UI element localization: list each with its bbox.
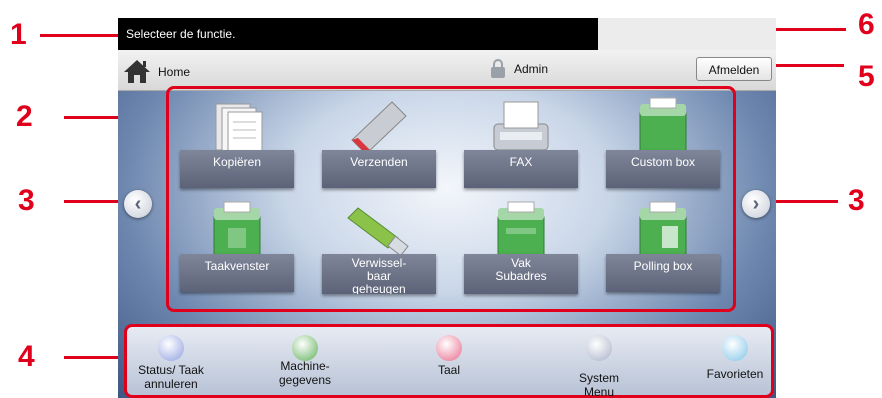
system-menu-icon [586, 335, 612, 361]
message-bar-spacer [598, 18, 776, 50]
favorites-button[interactable]: Favorieten [675, 333, 776, 397]
language-button[interactable]: Taal [389, 333, 509, 397]
status-icon [158, 335, 184, 361]
callout-3-left: 3 [18, 184, 35, 217]
status-job-cancel-button[interactable]: Status/ Taak annuleren [118, 333, 231, 397]
bottom-label: System Menu [578, 371, 619, 398]
logout-button[interactable]: Afmelden [696, 57, 772, 81]
function-label: Custom box [606, 150, 720, 188]
user-label: Admin [514, 62, 549, 76]
home-icon [124, 60, 150, 83]
message-bar: Selecteer de functie. [118, 18, 598, 50]
function-label: Kopiëren [180, 150, 294, 188]
info-icon [292, 335, 318, 361]
function-copy[interactable]: Kopiëren [170, 94, 304, 204]
callout-6: 6 [858, 8, 875, 41]
bottom-label: Machine- gegevens [278, 359, 332, 387]
function-job-box[interactable]: Taakvenster [170, 198, 304, 308]
next-page-button[interactable]: › [742, 190, 770, 218]
bottom-bar: Status/ Taak annuleren Machine- gegevens… [124, 324, 774, 398]
function-label: Vak Subadres [464, 254, 578, 294]
home-button[interactable]: Home [122, 56, 212, 84]
function-removable-memory[interactable]: Verwissel- baar geheugen [312, 198, 446, 308]
callout-1-line [40, 34, 120, 37]
function-subaddress-box[interactable]: Vak Subadres [454, 198, 588, 308]
function-label: Taakvenster [180, 254, 294, 292]
bottom-label: Taal [437, 363, 460, 377]
chevron-left-icon: ‹ [134, 193, 142, 215]
function-label: Verwissel- baar geheugen [322, 254, 436, 294]
function-polling-box[interactable]: Polling box [596, 198, 730, 308]
home-label: Home [158, 65, 191, 79]
callout-5-line [770, 64, 844, 67]
function-custom-box[interactable]: Custom box [596, 94, 730, 204]
language-icon [436, 335, 462, 361]
callout-1: 1 [10, 18, 27, 51]
device-screen: Selecteer de functie. Home Admin Afmelde… [118, 18, 776, 398]
function-label: FAX [464, 150, 578, 188]
callout-3-right: 3 [848, 184, 865, 217]
callout-3-right-line [770, 200, 838, 203]
previous-page-button[interactable]: ‹ [124, 190, 152, 218]
device-information-button[interactable]: Machine- gegevens [245, 333, 365, 397]
function-label: Polling box [606, 254, 720, 292]
callout-5: 5 [858, 60, 875, 93]
callout-4: 4 [18, 340, 35, 373]
favorites-icon [722, 335, 748, 361]
bottom-label: Status/ Taak annuleren [138, 363, 204, 391]
callout-2: 2 [16, 100, 33, 133]
function-fax[interactable]: FAX [454, 94, 588, 204]
function-label: Verzenden [322, 150, 436, 188]
chevron-right-icon: › [752, 193, 760, 215]
lock-icon [491, 59, 505, 78]
system-menu-button[interactable]: System Menu [539, 333, 659, 398]
toolbar: Home Admin Afmelden [118, 50, 776, 91]
function-send[interactable]: Verzenden [312, 94, 446, 204]
bottom-label: Favorieten [706, 367, 764, 381]
callout-4-line [64, 356, 126, 359]
